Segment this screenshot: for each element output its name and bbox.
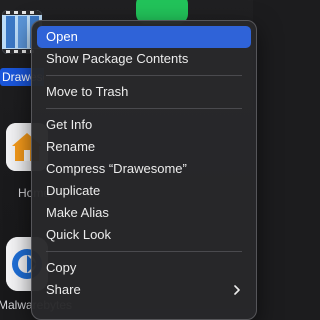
menu-item-label: Compress “Drawesome” [46,161,187,176]
menu-item-open[interactable]: Open [37,26,251,48]
menu-item-label: Copy [46,260,77,275]
menu-item-label: Duplicate [46,183,101,198]
menu-item-compress[interactable]: Compress “Drawesome” [37,158,251,180]
menu-item-label: Rename [46,139,96,154]
menu-item-label: Open [46,29,78,44]
menu-item-make-alias[interactable]: Make Alias [37,202,251,224]
menu-item-label: Move to Trash [46,84,129,99]
menu-item-show-package-contents[interactable]: Show Package Contents [37,48,251,70]
context-menu: Open Show Package Contents Move to Trash… [31,20,257,320]
menu-item-label: Make Alias [46,205,109,220]
menu-item-label: Get Info [46,117,93,132]
chevron-right-icon [234,285,240,295]
menu-separator [46,251,242,252]
menu-separator [46,75,242,76]
menu-item-duplicate[interactable]: Duplicate [37,180,251,202]
menu-item-label: Quick Look [46,227,112,242]
menu-item-move-to-trash[interactable]: Move to Trash [37,81,251,103]
menu-item-get-info[interactable]: Get Info [37,114,251,136]
menu-item-label: Share [46,282,81,297]
menu-separator [46,108,242,109]
menu-item-rename[interactable]: Rename [37,136,251,158]
menu-item-copy[interactable]: Copy [37,257,251,279]
menu-item-quick-look[interactable]: Quick Look [37,224,251,246]
menu-item-share[interactable]: Share [37,279,251,301]
menu-item-label: Show Package Contents [46,51,189,66]
